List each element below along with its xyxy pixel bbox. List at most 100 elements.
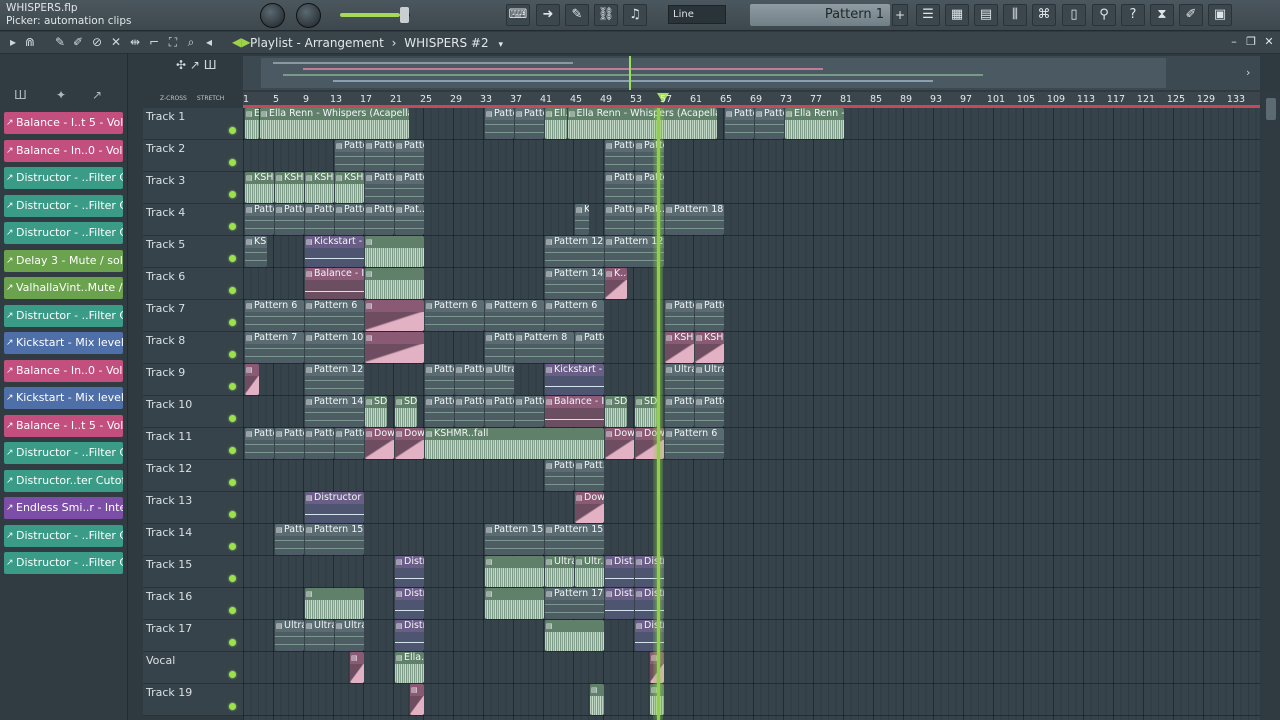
playlist-clip[interactable]: Ell..ella) — [545, 108, 567, 139]
playlist-clip[interactable]: Pattern 16 — [545, 460, 574, 491]
playlist-clip[interactable]: Pattern 15 — [275, 524, 304, 555]
playlist-clip[interactable]: Distru..Cutoff — [395, 556, 424, 587]
playlist-clip[interactable]: Pattern 11 — [695, 396, 724, 427]
playlist-clip[interactable]: Pattern 13 — [245, 428, 274, 459]
playlist-clip[interactable]: Ultra.. - C — [695, 364, 724, 395]
zoom-tool-icon[interactable]: ⌕ — [183, 35, 199, 50]
playlist-clip[interactable]: Pattern 2 — [605, 140, 634, 171]
draw-tool-icon[interactable]: ✎ — [52, 35, 68, 49]
playlist-clip[interactable]: Pattern 13 — [455, 396, 484, 427]
clip-source-item[interactable]: Distructor - ..Filter Cutoff — [4, 222, 123, 244]
playlist-clip[interactable]: Pattern 12 — [545, 236, 604, 267]
track-mute-led-icon[interactable] — [229, 383, 236, 390]
playlist-clip[interactable]: Dist..toff — [605, 588, 634, 619]
vertical-scroll-thumb[interactable] — [1266, 98, 1276, 120]
playlist-clip[interactable]: Pattern 6 — [545, 300, 604, 331]
playlist-clip[interactable]: Pattern 6 — [425, 300, 484, 331]
track-mute-led-icon[interactable] — [229, 639, 236, 646]
playlist-clip[interactable]: Kickstart - Mix level — [305, 236, 364, 267]
track-header[interactable]: Track 6 — [143, 268, 243, 300]
channel-rack-icon[interactable]: ▤ — [974, 4, 998, 26]
playlist-clip[interactable]: Balance - In..t 5 - Volume — [305, 268, 364, 299]
track-mute-led-icon[interactable] — [229, 479, 236, 486]
playlist-clip[interactable]: Pattern 1 — [335, 204, 364, 235]
playlist-clip[interactable]: SD..) — [395, 396, 417, 427]
track-header[interactable]: Track 16 — [143, 588, 243, 620]
playlist-clip[interactable]: Pattern 6 — [305, 300, 364, 331]
clip-source-item[interactable]: Endless Smi..r - Intensit — [4, 497, 123, 519]
piano-roll-icon[interactable]: ▦ — [945, 4, 969, 26]
clip-source-item[interactable]: Kickstart - Mix level — [4, 387, 123, 409]
playlist-clip[interactable]: Pattern 13 — [275, 428, 304, 459]
playlist-clip[interactable] — [545, 620, 604, 651]
mixer-icon[interactable]: ⫼ — [1003, 4, 1027, 26]
track-mute-led-icon[interactable] — [229, 511, 236, 518]
track-mute-led-icon[interactable] — [229, 575, 236, 582]
playlist-clip[interactable]: Pattern 3 — [365, 172, 394, 203]
playlist-clip[interactable]: Ultra.. - C — [485, 364, 514, 395]
playlist-clip[interactable]: Pattern 11 — [335, 140, 364, 171]
record-icon[interactable]: ✐ — [1179, 4, 1203, 26]
track-mute-led-icon[interactable] — [229, 447, 236, 454]
select-tool-icon[interactable]: ⛶ — [165, 35, 181, 50]
playlist-clip[interactable]: Pattern 13 — [335, 428, 364, 459]
plugin-icon[interactable]: ⌘ — [1032, 4, 1056, 26]
maximize-icon[interactable]: ❐ — [1243, 35, 1259, 48]
vertical-scrollbar[interactable] — [1262, 92, 1280, 720]
track-header[interactable]: Track 15 — [143, 556, 243, 588]
playlist-clip[interactable]: Pattern 15 — [485, 524, 544, 555]
clip-source-item[interactable]: Kickstart - Mix level — [4, 332, 123, 354]
playlist-clip[interactable] — [485, 588, 544, 619]
track-header[interactable]: Track 1 — [143, 108, 243, 140]
track-header[interactable]: Track 12 — [143, 460, 243, 492]
playlist-clip[interactable]: KSHMR..fall — [245, 172, 274, 203]
track-mute-led-icon[interactable] — [229, 255, 236, 262]
playlist-clip[interactable]: Pattern 3 — [605, 172, 634, 203]
playlist-clip[interactable]: Pattern 1 — [485, 108, 514, 139]
playlist-clip[interactable]: KSHMR..fall — [305, 172, 334, 203]
delete-tool-icon[interactable]: ⊘ — [89, 35, 105, 49]
playlist-grid[interactable]: El..ella)Ella Renn - Whispers (Acapella)… — [243, 108, 1260, 720]
playlist-clip[interactable]: Pattern 6 — [665, 428, 724, 459]
clip-source-item[interactable]: Distructor - ..Filter Cutoff — [4, 194, 123, 217]
playlist-clip[interactable]: Pattern 8 — [515, 332, 574, 363]
playlist-clip[interactable]: Pattern 3 — [395, 172, 424, 203]
slice-tool-icon[interactable]: ⌐ — [146, 35, 162, 49]
playlist-clip[interactable]: Pattern 2 — [365, 140, 394, 171]
playlist-clip[interactable]: Pattern 11 — [665, 396, 694, 427]
playlist-clip[interactable]: Ultra..1 - C — [665, 364, 694, 395]
link-icon[interactable]: ⛓ — [594, 4, 618, 26]
track-mute-led-icon[interactable] — [229, 287, 236, 294]
playlist-clip[interactable]: Ultra.. - C — [275, 620, 304, 651]
playlist-clip[interactable]: Pattern 13 — [485, 396, 514, 427]
play-arrow-icon[interactable]: ▸ — [5, 35, 21, 49]
track-header[interactable]: Track 19 — [143, 684, 243, 716]
playlist-clip[interactable]: Kickstart - Mix level — [545, 364, 604, 395]
track-header[interactable]: Track 2 — [143, 140, 243, 172]
close-icon[interactable]: ✕ — [1261, 35, 1277, 48]
scroll-right-icon[interactable]: › — [1246, 66, 1250, 79]
clip-source-item[interactable]: Balance - I..t 5 - Volume — [4, 414, 123, 437]
track-header[interactable]: Track 13 — [143, 492, 243, 524]
track-mute-led-icon[interactable] — [229, 223, 236, 230]
playlist-clip[interactable]: Down..#2 — [575, 492, 604, 523]
playlist-clip[interactable]: Pattern 14 — [305, 396, 364, 427]
playlist-clip[interactable]: Pattern 1 — [515, 108, 544, 139]
playback-tool-icon[interactable]: ◂ — [201, 35, 217, 49]
magnet-icon[interactable]: ⋒ — [22, 35, 38, 49]
master-slider-thumb[interactable] — [400, 7, 409, 23]
track-header[interactable]: Track 14 — [143, 524, 243, 556]
playlist-clip[interactable]: Pattern 11 — [245, 204, 274, 235]
playlist-clip[interactable] — [590, 684, 604, 715]
playlist-clip[interactable]: Pattern 2 — [395, 140, 424, 171]
playlist-clip[interactable]: KSHMR..fall — [275, 172, 304, 203]
playlist-clip[interactable] — [365, 268, 424, 299]
playlist-clip[interactable]: Pattern 1 — [755, 108, 784, 139]
playlist-clip[interactable]: K..6 — [575, 204, 589, 235]
playlist-clip[interactable]: Ella Renn - Whispers (Acapella) — [567, 108, 717, 139]
playlist-clip[interactable]: Dow..01 — [395, 428, 424, 459]
playlist-clip[interactable]: Dow..01 — [365, 428, 394, 459]
track-mute-led-icon[interactable] — [229, 543, 236, 550]
playlist-clip[interactable]: Pattern 13 — [515, 396, 544, 427]
track-mute-led-icon[interactable] — [229, 159, 236, 166]
